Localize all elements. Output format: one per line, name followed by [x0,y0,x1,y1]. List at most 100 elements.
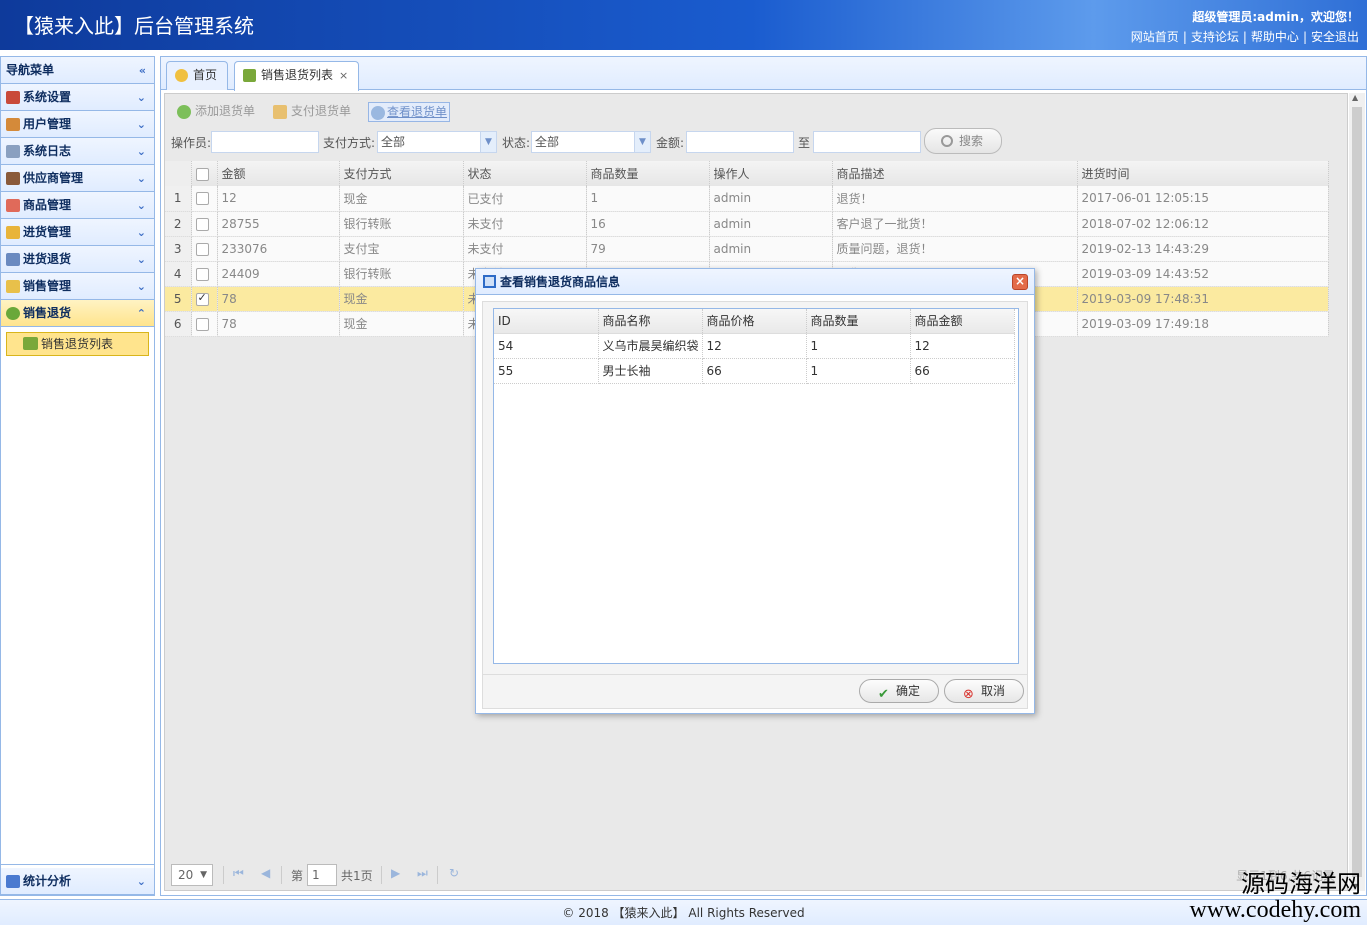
scrollbar-thumb[interactable] [1352,107,1362,877]
last-page-icon[interactable]: ⏭ [417,866,428,881]
refresh-icon[interactable]: ↻ [449,866,459,880]
row-checkbox[interactable] [191,286,218,312]
chevron-down-icon: ⌄ [136,118,146,131]
close-icon[interactable]: × [339,69,348,82]
sidebar-item-statistics[interactable]: 统计分析 ⌄ [1,868,154,895]
cell-pay-method: 现金 [339,186,464,212]
table-row[interactable]: 55 男士长袖 66 1 66 [494,358,1015,384]
edit-icon [273,105,287,119]
col-pay-method[interactable]: 支付方式 [339,161,464,186]
watermark-cn: 源码海洋网 [1241,870,1361,898]
sidebar-item-goods[interactable]: 商品管理 ⌄ [1,192,154,219]
link-forum[interactable]: 支持论坛 [1191,30,1239,44]
sidebar-item-sales[interactable]: 销售管理 ⌄ [1,273,154,300]
sidebar-item-purchase[interactable]: 进货管理 ⌄ [1,219,154,246]
chart-icon [6,875,20,888]
tab-label: 首页 [193,68,218,82]
sidebar-item-supplier[interactable]: 供应商管理 ⌄ [1,165,154,192]
page-size-select[interactable]: 20 ▼ [171,864,213,886]
col-goods-price[interactable]: 商品价格 [702,309,807,334]
eye-icon [371,106,385,120]
page-total: 共1页 [341,869,373,883]
checkbox[interactable] [195,217,209,231]
row-checkbox[interactable] [191,186,218,212]
select-all-checkbox[interactable] [191,161,218,186]
checkbox[interactable] [195,317,209,331]
cell-quantity: 16 [586,211,710,237]
amount-max-input[interactable] [813,131,921,153]
row-checkbox[interactable] [191,311,218,337]
cell-operator: admin [709,186,833,212]
sidebar-item-label: 用户管理 [23,117,72,131]
basket-icon [243,69,256,82]
watermark-en: www.codehy.com [1189,897,1361,923]
sidebar-item-purchase-return[interactable]: 进货退货 ⌄ [1,246,154,273]
cell-operator: admin [709,236,833,262]
table-row[interactable]: 2 28755 银行转账 未支付 16 admin 客户退了一批货！ 2018-07-02 1… [165,211,1329,237]
checkbox[interactable] [195,192,209,206]
save-icon [483,275,496,288]
pay-method-select[interactable]: 全部 ▼ [377,131,497,153]
operator-input[interactable] [211,131,319,153]
table-row[interactable]: 1 12 现金 已支付 1 admin 退货！ 2017-06-01 12:05:15 [165,186,1329,212]
collapse-icon[interactable]: « [139,57,146,84]
row-number: 2 [165,211,192,237]
col-time[interactable]: 进货时间 [1077,161,1329,186]
table-row[interactable]: 54 义乌市晨昊编织袋 12 1 12 [494,333,1015,359]
sidebar-item-label: 销售管理 [23,279,72,293]
first-page-icon[interactable]: ⏮ [233,866,244,881]
col-id[interactable]: ID [494,309,599,334]
next-page-icon[interactable]: ▶ [391,866,400,880]
row-checkbox[interactable] [191,236,218,262]
col-quantity[interactable]: 商品数量 [586,161,710,186]
table-row[interactable]: 3 233076 支付宝 未支付 79 admin 质量问题，退货！ 2019-02-13 1… [165,236,1329,262]
link-help[interactable]: 帮助中心 [1251,30,1299,44]
cell-pay-method: 现金 [339,311,464,337]
page-number-input[interactable]: 1 [307,864,337,886]
link-logout[interactable]: 安全退出 [1311,30,1359,44]
vertical-scrollbar[interactable]: ▲ ▼ [1349,93,1365,891]
col-status[interactable]: 状态 [463,161,587,186]
prev-page-icon[interactable]: ◀ [261,866,270,880]
col-goods-amount[interactable]: 商品金额 [910,309,1015,334]
col-goods-qty[interactable]: 商品数量 [806,309,911,334]
scroll-up-icon[interactable]: ▲ [1352,93,1358,102]
cancel-button[interactable]: ⊗ 取消 [944,679,1024,703]
purchase-icon [6,226,20,239]
checkbox[interactable] [195,242,209,256]
sidebar-item-logs[interactable]: 系统日志 ⌄ [1,138,154,165]
cell-status: 未支付 [463,236,587,262]
col-operator[interactable]: 操作人 [709,161,833,186]
view-return-button[interactable]: 查看退货单 [368,102,451,122]
row-checkbox[interactable] [191,261,218,287]
cell-goods-amount: 66 [910,358,1015,384]
tab-home[interactable]: 首页 [166,61,229,90]
chevron-down-icon: ⌄ [136,875,146,888]
cell-amount: 28755 [217,211,340,237]
add-return-button[interactable]: 添加退货单 [177,102,255,122]
amount-min-input[interactable] [686,131,794,153]
checkbox[interactable] [195,291,209,306]
dialog-close-button[interactable]: × [1012,274,1028,290]
ok-button[interactable]: ✔ 确定 [859,679,939,703]
sidebar-item-label: 系统设置 [23,90,72,104]
col-goods-name[interactable]: 商品名称 [598,309,703,334]
sidebar-item-settings[interactable]: 系统设置 ⌄ [1,84,154,111]
tab-sales-return-list[interactable]: 销售退货列表 × [234,61,360,91]
sidebar-item-users[interactable]: 用户管理 ⌄ [1,111,154,138]
search-button[interactable]: 搜索 [924,128,1003,154]
checkbox[interactable] [195,267,209,281]
status-select[interactable]: 全部 ▼ [531,131,651,153]
row-checkbox[interactable] [191,211,218,237]
check-icon: ✔ [878,687,889,702]
sidebar-item-sales-return[interactable]: 销售退货 ⌃ [1,300,154,327]
link-home[interactable]: 网站首页 [1131,30,1179,44]
cancel-icon: ⊗ [963,687,974,702]
users-icon [6,118,20,131]
row-number: 3 [165,236,192,262]
col-description[interactable]: 商品描述 [832,161,1078,186]
sidebar-subitem-sales-return-list[interactable]: 销售退货列表 [6,332,149,356]
col-amount[interactable]: 金额 [217,161,340,186]
chevron-down-icon: ⌄ [136,253,146,266]
pay-return-button[interactable]: 支付退货单 [273,102,351,122]
